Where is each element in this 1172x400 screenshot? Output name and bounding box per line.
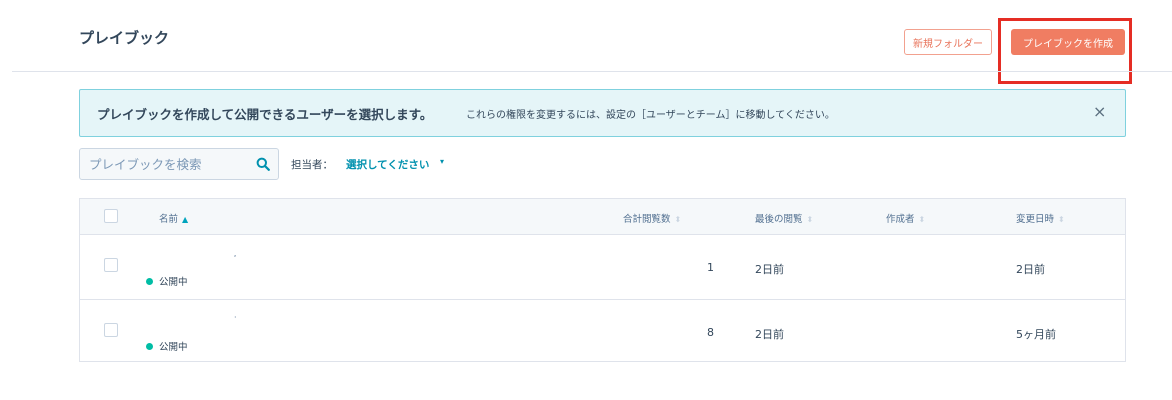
published-dot	[146, 342, 153, 350]
last-viewed: 2日前	[755, 328, 784, 341]
table-row[interactable]: ﾞ 公開中 1 2日前 2日前	[80, 235, 1125, 300]
new-folder-button[interactable]: 新規フォルダー	[904, 29, 992, 55]
modified-date: 2日前	[1016, 263, 1045, 276]
banner-strong-text: プレイブックを作成して公開できるユーザーを選択します。	[97, 107, 433, 122]
highlight-box	[998, 18, 1132, 84]
column-header-modified-label: 変更日時	[1016, 214, 1055, 225]
column-header-name[interactable]: 名前 ▲	[159, 211, 188, 225]
status-text: 公開中	[159, 277, 188, 288]
column-header-modified[interactable]: 変更日時 ⬍	[1016, 211, 1065, 225]
sort-icon: ⬍	[674, 215, 682, 224]
playbook-table: 名前 ▲ 合計閲覧数 ⬍ 最後の閲覧 ⬍ 作成者 ⬍ 変更日時 ⬍ ﾞ 公開中 1 2日前…	[79, 198, 1126, 362]
owner-filter-dropdown[interactable]: 選択してください	[346, 157, 429, 172]
sort-icon: ⬍	[918, 215, 926, 224]
row-checkbox[interactable]	[104, 323, 118, 337]
search-icon[interactable]	[256, 157, 270, 171]
column-header-total-views-label: 合計閲覧数	[623, 214, 671, 225]
table-header: 名前 ▲ 合計閲覧数 ⬍ 最後の閲覧 ⬍ 作成者 ⬍ 変更日時 ⬍	[80, 199, 1125, 235]
column-header-last-viewed-label: 最後の閲覧	[755, 214, 803, 225]
select-all-checkbox[interactable]	[104, 209, 118, 223]
banner-text: これらの権限を変更するには、設定の［ユーザーとチーム］に移動してください。	[466, 110, 835, 121]
column-header-author[interactable]: 作成者 ⬍	[886, 211, 925, 225]
sort-icon: ⬍	[806, 215, 814, 224]
header-divider	[12, 71, 1172, 72]
row-checkbox[interactable]	[104, 258, 118, 272]
status-text: 公開中	[159, 342, 188, 353]
column-header-last-viewed[interactable]: 最後の閲覧 ⬍	[755, 211, 813, 225]
sort-icon: ⬍	[1058, 215, 1065, 224]
chevron-down-icon[interactable]: ▾	[440, 157, 444, 166]
total-views: 8	[707, 326, 714, 339]
published-dot	[146, 277, 153, 285]
status-badge: 公開中	[146, 339, 188, 353]
close-icon[interactable]: ×	[1093, 104, 1106, 120]
page-title: プレイブック	[79, 29, 170, 47]
column-header-name-label: 名前	[159, 214, 179, 225]
table-row[interactable]: · 公開中 8 2日前 5ヶ月前	[80, 300, 1125, 364]
search-input[interactable]	[80, 149, 240, 179]
sort-asc-icon: ▲	[182, 215, 189, 224]
total-views: 1	[707, 261, 714, 274]
playbook-name-link[interactable]: ·	[234, 313, 237, 322]
status-badge: 公開中	[146, 274, 188, 288]
column-header-author-label: 作成者	[886, 214, 915, 225]
owner-filter-label: 担当者：	[291, 159, 333, 171]
last-viewed: 2日前	[755, 263, 784, 276]
modified-date: 5ヶ月前	[1016, 328, 1056, 341]
search-box	[79, 148, 279, 180]
column-header-total-views[interactable]: 合計閲覧数 ⬍	[623, 211, 681, 225]
playbook-name-link[interactable]: ﾞ	[234, 254, 238, 265]
permission-banner: プレイブックを作成して公開できるユーザーを選択します。 これらの権限を変更するに…	[79, 89, 1126, 137]
